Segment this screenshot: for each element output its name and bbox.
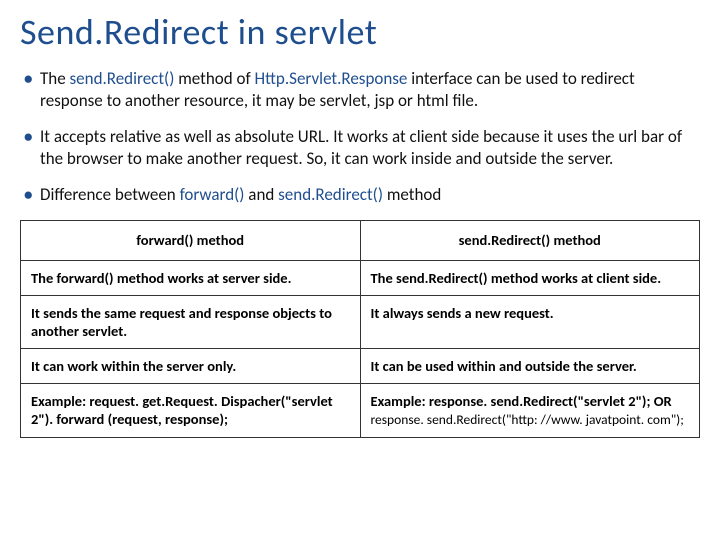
cell: It can work within the server only. xyxy=(21,348,361,383)
example-text: Example: response. send.Redirect("servle… xyxy=(371,392,672,410)
example-note: response. send.Redirect("http: //www. ja… xyxy=(371,411,684,428)
table-row: It can work within the server only. It c… xyxy=(21,348,700,383)
bullet-1: The send.Redirect() method of Http.Servl… xyxy=(20,68,700,112)
cell: Example: response. send.Redirect("servle… xyxy=(360,384,700,438)
bullet-list: The send.Redirect() method of Http.Servl… xyxy=(20,68,700,206)
cell: It can be used within and outside the se… xyxy=(360,348,700,383)
table-row: The forward() method works at server sid… xyxy=(21,260,700,295)
method-name: forward() xyxy=(180,184,245,205)
text: method of xyxy=(174,68,254,89)
comparison-table: forward() method send.Redirect() method … xyxy=(20,220,700,438)
interface-name: Http.Servlet.Response xyxy=(255,68,408,89)
cell: It sends the same request and response o… xyxy=(21,295,361,348)
text: The xyxy=(40,68,70,89)
method-name: send.Redirect() xyxy=(70,68,175,89)
cell: Example: request. get.Request. Dispacher… xyxy=(21,384,361,438)
table-row: It sends the same request and response o… xyxy=(21,295,700,348)
bullet-3: Difference between forward() and send.Re… xyxy=(20,184,700,206)
col-header-redirect: send.Redirect() method xyxy=(360,221,700,260)
text: and xyxy=(244,184,278,205)
table-row: Example: request. get.Request. Dispacher… xyxy=(21,384,700,438)
page-title: Send.Redirect in servlet xyxy=(20,10,700,54)
cell: It always sends a new request. xyxy=(360,295,700,348)
cell: The send.Redirect() method works at clie… xyxy=(360,260,700,295)
text: method xyxy=(383,184,441,205)
text: Difference between xyxy=(40,184,180,205)
bullet-2: It accepts relative as well as absolute … xyxy=(20,126,700,170)
method-name: send.Redirect() xyxy=(278,184,383,205)
cell: The forward() method works at server sid… xyxy=(21,260,361,295)
col-header-forward: forward() method xyxy=(21,221,361,260)
